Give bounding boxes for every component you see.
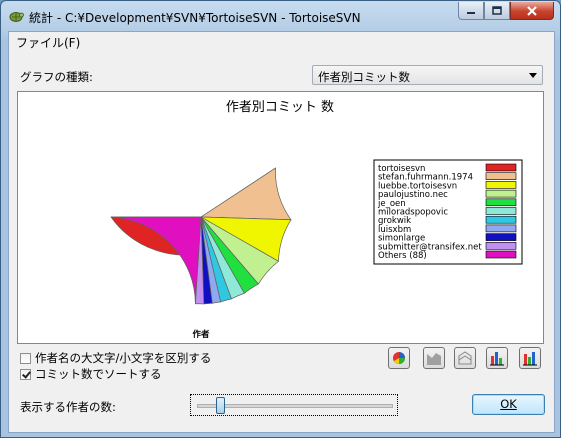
legend-label-10: Others (88) [378, 251, 427, 261]
chart-legend: tortoisesvnstefan.fuhrmann.1974luebbe.to… [373, 159, 523, 265]
pie-slice-1 [199, 167, 292, 221]
sort-by-commits-checkbox[interactable]: コミット数でソートする [20, 366, 162, 382]
title-bar[interactable]: 統計 - C:¥Development¥SVN¥TortoiseSVN - To… [1, 1, 560, 31]
graph-type-label: グラフの種類: [20, 70, 93, 84]
legend-swatch-8 [485, 233, 517, 241]
bar-chart-button[interactable] [486, 347, 508, 369]
pie-chart: 作者別コミット 数 作者 tortoisesvnstefan.fuhrmann.… [110, 100, 523, 340]
sort-by-commits-box[interactable] [20, 368, 31, 380]
case-insensitive-checkbox[interactable]: 作者名の大文字/小文字を区別する [20, 350, 211, 366]
x-axis-label: 作者 [192, 329, 210, 340]
minimize-button[interactable] [458, 2, 484, 20]
sort-by-commits-label: コミット数でソートする [35, 367, 162, 381]
menu-bar: ファイル(F) [9, 32, 554, 51]
legend-swatch-9 [485, 242, 517, 250]
pie-chart-button[interactable] [388, 347, 410, 369]
legend-swatch-7 [485, 224, 517, 233]
case-insensitive-box[interactable] [20, 352, 31, 364]
window-title: 統計 - C:¥Development¥SVN¥TortoiseSVN - To… [29, 11, 361, 25]
close-button[interactable] [510, 2, 554, 20]
slider-thumb[interactable] [215, 397, 225, 414]
graph-type-select[interactable]: 作者別コミット数 [312, 65, 543, 85]
dialog-client-area: ファイル(F) グラフの種類: 作者別コミット数 作者別コミット 数 作者 to… [8, 31, 555, 433]
chart-area: 作者別コミット 数 作者 tortoisesvn stefan.fuhrmann.… [17, 91, 544, 344]
stacked-chart-icon [458, 351, 472, 365]
maximize-icon [492, 6, 502, 15]
authors-count-slider[interactable] [190, 394, 398, 416]
legend-swatch-10 [485, 250, 517, 259]
maximize-button[interactable] [484, 2, 510, 20]
area-chart-button[interactable] [423, 347, 445, 369]
graph-type-value: 作者別コミット数 [318, 70, 410, 84]
legend-swatch-1 [485, 172, 517, 180]
legend-swatch-2 [485, 181, 517, 189]
ok-button[interactable]: OK [472, 394, 545, 415]
legend-swatch-3 [485, 189, 517, 198]
authors-count-label: 表示する作者の数: [20, 400, 116, 414]
menu-file[interactable]: ファイル(F) [13, 34, 83, 51]
caption-buttons [458, 2, 554, 21]
legend-swatch-0 [485, 163, 517, 172]
chevron-down-icon [529, 73, 537, 78]
legend-swatch-6 [485, 215, 517, 224]
stacked-bar-chart-button[interactable] [519, 347, 541, 369]
area-chart-icon [427, 353, 441, 365]
statistics-window: 統計 - C:¥Development¥SVN¥TortoiseSVN - To… [0, 0, 561, 438]
pie-chart-icon [393, 352, 405, 364]
ok-button-label: OK [500, 397, 517, 411]
chart-title: 作者別コミット 数 [226, 100, 334, 115]
stacked-bar-chart-icon [523, 352, 537, 366]
close-icon [527, 5, 537, 16]
stacked-chart-button[interactable] [454, 347, 476, 369]
pie-slices [110, 167, 292, 305]
case-insensitive-label: 作者名の大文字/小文字を区別する [35, 351, 212, 365]
tortoise-icon [9, 12, 24, 22]
legend-swatch-5 [485, 207, 517, 215]
legend-swatch-4 [485, 198, 517, 207]
slider-track [197, 404, 393, 408]
bar-chart-icon [490, 352, 504, 366]
minimize-icon [467, 11, 475, 14]
